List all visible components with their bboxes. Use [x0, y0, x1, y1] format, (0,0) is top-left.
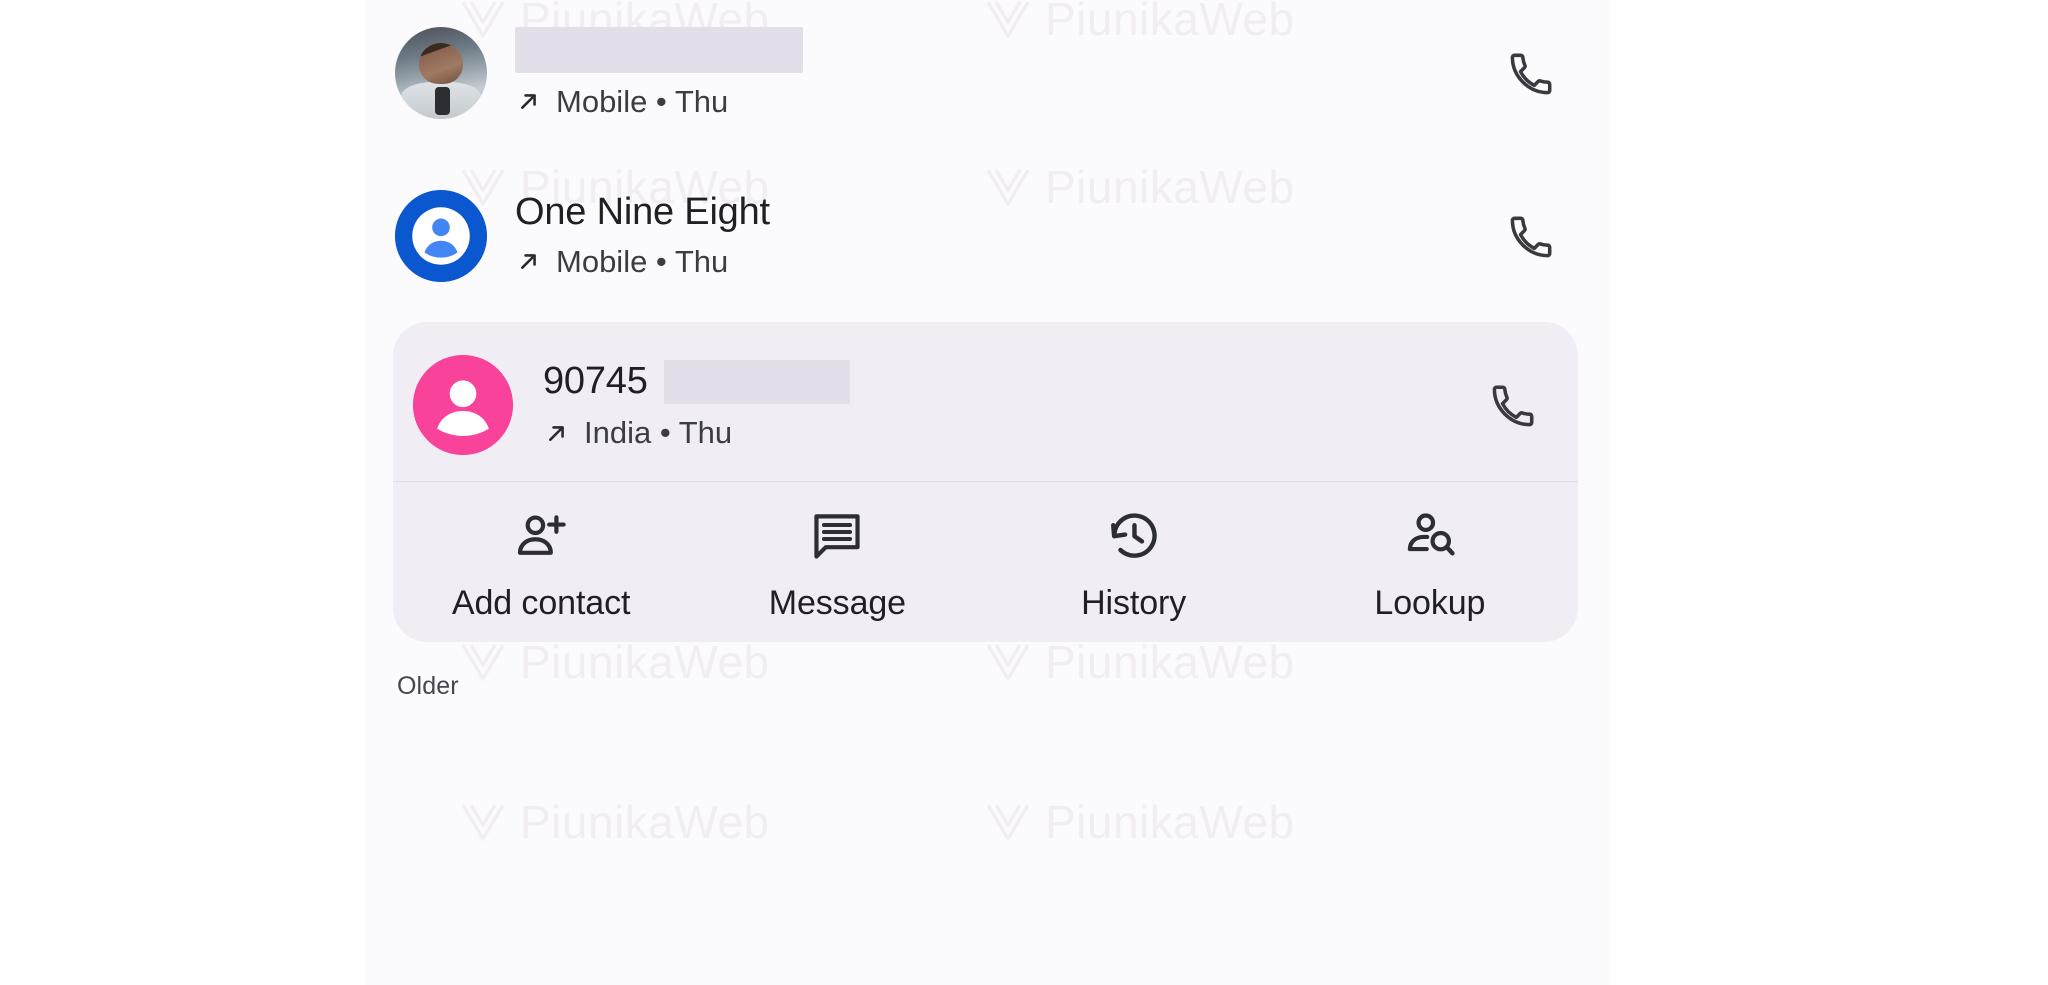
- watermark-text: PiunikaWeb: [520, 636, 770, 688]
- avatar: [395, 189, 487, 282]
- phone-icon: [1492, 385, 1534, 427]
- avatar: [413, 355, 513, 455]
- avatar: [395, 26, 487, 119]
- action-lookup[interactable]: Lookup: [1282, 482, 1578, 623]
- action-history[interactable]: History: [986, 482, 1282, 623]
- call-button[interactable]: [1476, 367, 1552, 443]
- expanded-actions-bar: Add contact Message History Lookup: [393, 482, 1578, 642]
- action-label: Add contact: [451, 584, 631, 622]
- phone-viewport: PiunikaWeb PiunikaWeb PiunikaWeb Piunika: [365, 0, 1610, 985]
- call-detail-text: India • Thu: [584, 415, 733, 451]
- phone-icon: [1510, 216, 1552, 257]
- contact-person-icon: [395, 189, 487, 282]
- contact-person-icon: [413, 355, 513, 455]
- action-message[interactable]: Message: [689, 482, 985, 623]
- avatar-photo-phone: [434, 87, 451, 115]
- caller-name: [515, 26, 1494, 73]
- call-button[interactable]: [1494, 198, 1570, 274]
- piunika-logo-icon: [460, 801, 506, 843]
- call-detail: India • Thu: [543, 417, 1476, 450]
- action-label: Lookup: [1374, 584, 1486, 622]
- call-log-row-expanded[interactable]: 90745 India • Thu: [365, 330, 1610, 480]
- piunika-logo-icon: [460, 641, 506, 683]
- action-add-contact[interactable]: Add contact: [393, 482, 689, 623]
- watermark: PiunikaWeb: [985, 795, 1295, 849]
- watermark-text: PiunikaWeb: [1045, 636, 1295, 688]
- watermark: PiunikaWeb: [985, 635, 1295, 689]
- call-detail-text: Mobile • Thu: [556, 243, 729, 279]
- outgoing-call-arrow-icon: [515, 88, 542, 115]
- redaction-block: [515, 26, 803, 73]
- caller-name: One Nine Eight: [515, 190, 1494, 233]
- outgoing-call-arrow-icon: [543, 420, 570, 447]
- avatar-photo-face: [418, 43, 464, 85]
- piunika-logo-icon: [985, 641, 1031, 683]
- action-label: Message: [768, 584, 906, 622]
- call-button[interactable]: [1494, 35, 1570, 111]
- call-detail-text: Mobile • Thu: [556, 83, 729, 119]
- watermark: PiunikaWeb: [460, 635, 770, 689]
- call-log-row[interactable]: Mobile • Thu: [365, 0, 1610, 145]
- watermark: PiunikaWeb: [460, 795, 770, 849]
- redaction-block: [663, 360, 850, 405]
- outgoing-call-arrow-icon: [515, 248, 542, 275]
- call-row-text: 90745 India • Thu: [543, 360, 1476, 450]
- call-detail: Mobile • Thu: [515, 243, 1494, 279]
- action-label: History: [1081, 584, 1187, 622]
- caller-name: 90745: [543, 360, 1476, 405]
- watermark-text: PiunikaWeb: [1045, 796, 1295, 848]
- call-detail: Mobile • Thu: [515, 83, 1494, 119]
- piunika-logo-icon: [985, 801, 1031, 843]
- caller-name-text: 90745: [543, 360, 648, 403]
- caller-name-text: One Nine Eight: [515, 190, 770, 233]
- call-row-text: Mobile • Thu: [515, 26, 1494, 119]
- person-search-icon: [1402, 508, 1458, 564]
- person-add-icon: [513, 508, 569, 564]
- phone-icon: [1510, 53, 1552, 94]
- call-row-text: One Nine Eight Mobile • Thu: [515, 190, 1494, 279]
- call-log-row[interactable]: One Nine Eight Mobile • Thu: [365, 163, 1610, 308]
- message-icon: [809, 508, 865, 564]
- section-header-older: Older: [397, 672, 459, 700]
- history-clock-icon: [1106, 508, 1162, 564]
- screenshot-canvas: PiunikaWeb PiunikaWeb PiunikaWeb Piunika: [0, 0, 2048, 985]
- watermark-text: PiunikaWeb: [520, 796, 770, 848]
